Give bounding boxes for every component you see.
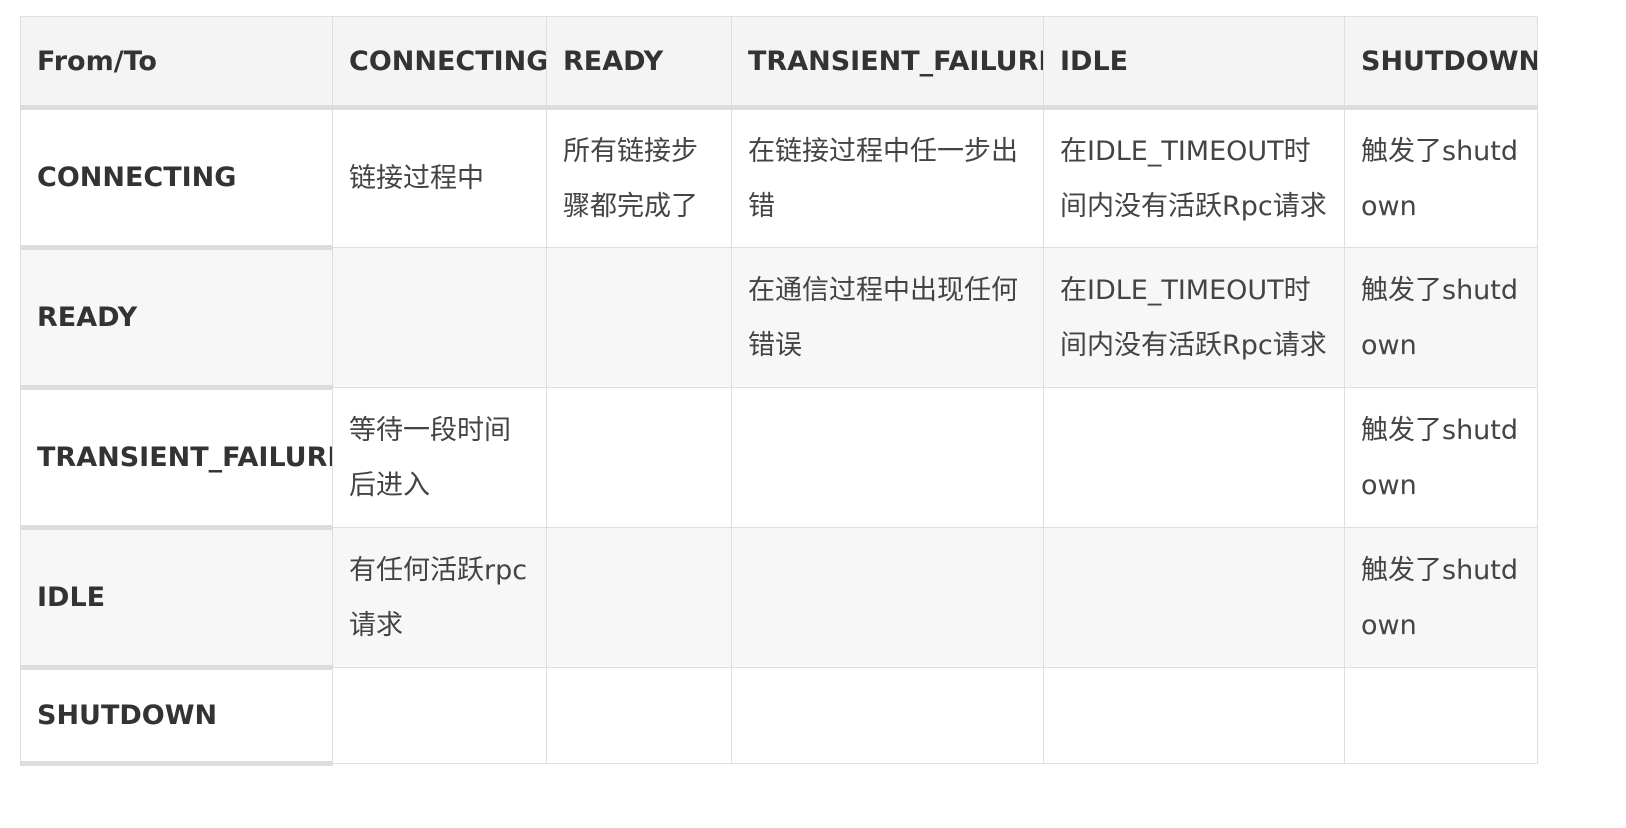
table-cell: 触发了shutdown bbox=[1344, 107, 1538, 248]
table-cell bbox=[546, 387, 732, 528]
header-ready: READY bbox=[546, 16, 732, 110]
table-cell: 在链接过程中任一步出错 bbox=[731, 107, 1044, 248]
state-transition-table: From/To CONNECTING READY TRANSIENT_FAILU… bbox=[20, 16, 1538, 766]
row-label-transient-failure: TRANSIENT_FAILURE bbox=[20, 387, 333, 530]
table-cell bbox=[1344, 667, 1538, 764]
table-cell bbox=[546, 667, 732, 764]
table-cell: 所有链接步骤都完成了 bbox=[546, 107, 732, 248]
header-from-to: From/To bbox=[20, 16, 333, 110]
table-cell bbox=[1043, 667, 1345, 764]
table-cell: 有任何活跃rpc请求 bbox=[332, 527, 547, 668]
row-label-idle: IDLE bbox=[20, 527, 333, 670]
table-row: SHUTDOWN bbox=[20, 667, 1538, 766]
header-row: From/To CONNECTING READY TRANSIENT_FAILU… bbox=[20, 16, 1538, 110]
table-cell bbox=[546, 527, 732, 668]
row-label-connecting: CONNECTING bbox=[20, 107, 333, 250]
table-cell bbox=[332, 667, 547, 764]
state-transition-table-container: From/To CONNECTING READY TRANSIENT_FAILU… bbox=[20, 16, 1606, 766]
table-cell bbox=[1043, 527, 1345, 668]
table-row: IDLE 有任何活跃rpc请求 触发了shutdown bbox=[20, 527, 1538, 670]
row-label-ready: READY bbox=[20, 247, 333, 390]
table-row: READY 在通信过程中出现任何错误 在IDLE_TIMEOUT时间内没有活跃R… bbox=[20, 247, 1538, 390]
table-cell: 等待一段时间后进入 bbox=[332, 387, 547, 528]
row-label-shutdown: SHUTDOWN bbox=[20, 667, 333, 766]
table-row: TRANSIENT_FAILURE 等待一段时间后进入 触发了shutdown bbox=[20, 387, 1538, 530]
table-cell: 触发了shutdown bbox=[1344, 387, 1538, 528]
table-cell: 触发了shutdown bbox=[1344, 527, 1538, 668]
table-cell bbox=[546, 247, 732, 388]
table-cell: 在通信过程中出现任何错误 bbox=[731, 247, 1044, 388]
header-transient-failure: TRANSIENT_FAILURE bbox=[731, 16, 1044, 110]
table-cell bbox=[731, 667, 1044, 764]
header-idle: IDLE bbox=[1043, 16, 1345, 110]
table-cell bbox=[731, 527, 1044, 668]
table-cell bbox=[1043, 387, 1345, 528]
table-cell bbox=[332, 247, 547, 388]
table-cell: 链接过程中 bbox=[332, 107, 547, 248]
table-cell: 在IDLE_TIMEOUT时间内没有活跃Rpc请求 bbox=[1043, 247, 1345, 388]
table-cell bbox=[731, 387, 1044, 528]
table-row: CONNECTING 链接过程中 所有链接步骤都完成了 在链接过程中任一步出错 … bbox=[20, 107, 1538, 250]
header-connecting: CONNECTING bbox=[332, 16, 547, 110]
table-cell: 触发了shutdown bbox=[1344, 247, 1538, 388]
header-shutdown: SHUTDOWN bbox=[1344, 16, 1538, 110]
table-cell: 在IDLE_TIMEOUT时间内没有活跃Rpc请求 bbox=[1043, 107, 1345, 248]
